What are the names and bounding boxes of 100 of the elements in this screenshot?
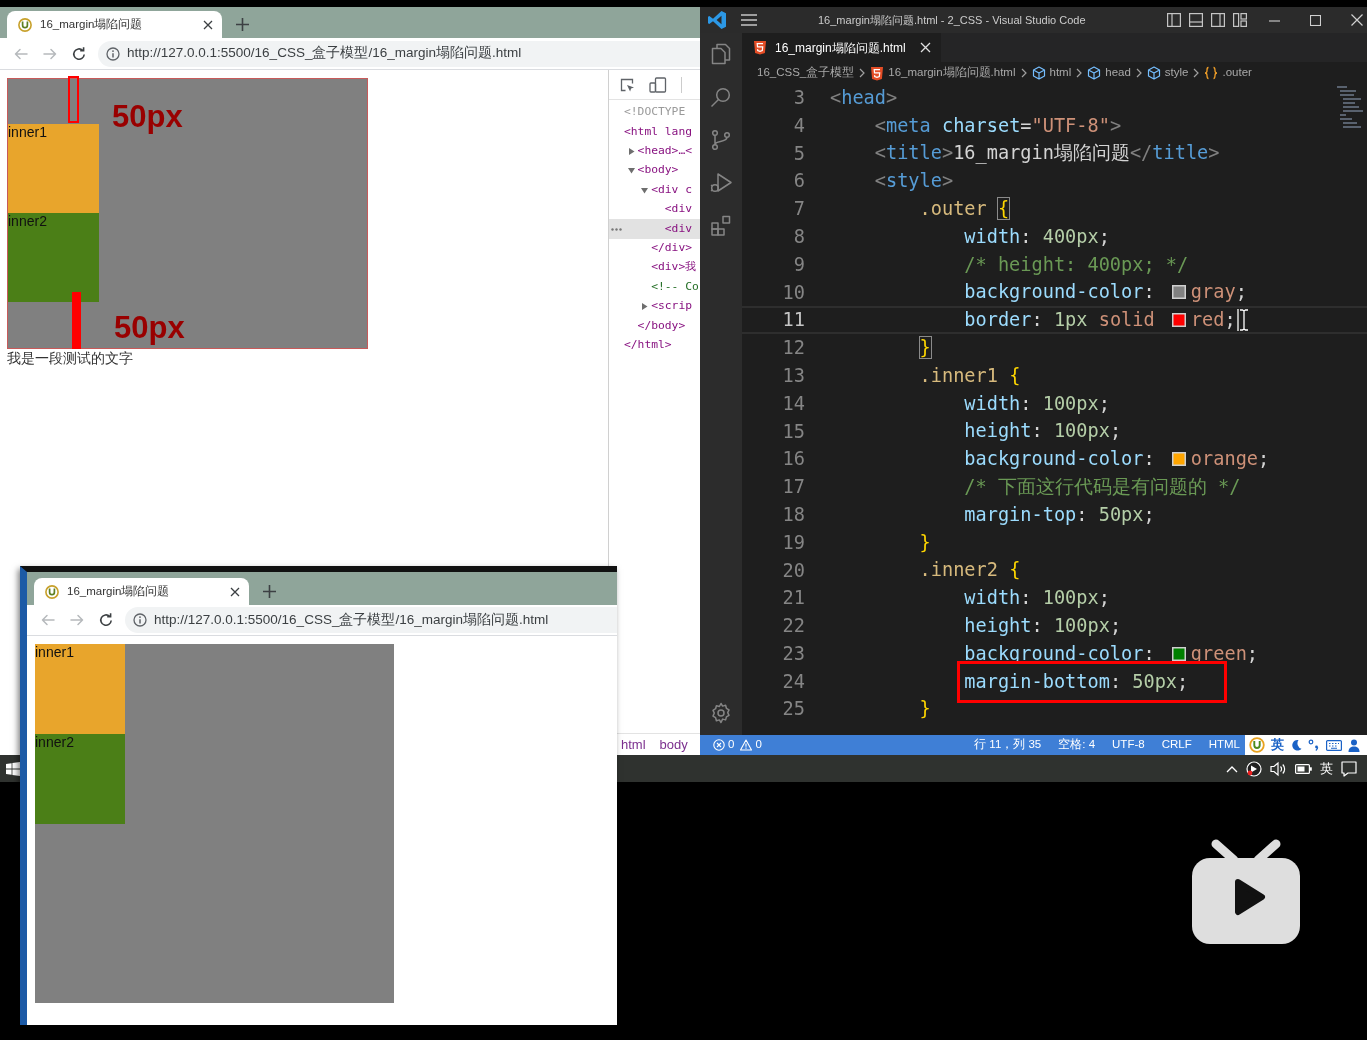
error-icon[interactable] (713, 739, 725, 751)
line-number: 16 (781, 447, 805, 472)
code-text: .inner2 { (919, 559, 1021, 582)
browser-tab[interactable]: 16_margin塌陷问题 (7, 11, 222, 38)
branch-icon[interactable] (709, 128, 733, 152)
start-menu-icon[interactable] (6, 761, 20, 776)
ellipsis-icon[interactable] (611, 227, 622, 231)
plus-icon[interactable] (263, 585, 276, 598)
breadcrumb-item[interactable]: html (621, 734, 646, 755)
line-number: 14 (781, 391, 805, 416)
settings-icon[interactable] (709, 701, 733, 725)
line-number: 8 (792, 224, 805, 249)
devices-icon[interactable] (649, 76, 667, 93)
address-bar[interactable]: http://127.0.0.1:5500/16_CSS_盒子模型/16_margin塌陷问题.html (125, 607, 617, 633)
punctuation-icon[interactable] (1308, 739, 1320, 751)
color-swatch-icon[interactable] (1171, 285, 1186, 300)
dom-node[interactable]: <head>…< (637, 143, 692, 160)
input-language-indicator[interactable]: 英 (1271, 735, 1284, 755)
breadcrumb-item[interactable]: body (659, 734, 688, 755)
line-number: 7 (792, 197, 805, 222)
chevron-right-icon (1076, 68, 1083, 78)
i-beam-cursor-icon (1238, 309, 1249, 332)
files-icon[interactable] (709, 42, 733, 66)
breadcrumb-item[interactable]: 16_margin塌陷问题.html (870, 64, 1016, 82)
cube-icon (1087, 66, 1102, 80)
sidebar-layout-icon[interactable] (1167, 13, 1181, 27)
dom-node[interactable]: <div (664, 220, 692, 238)
panel-layout-icon[interactable] (1189, 13, 1203, 27)
dom-node[interactable]: <div (664, 201, 692, 219)
dom-node[interactable]: </body> (637, 317, 686, 335)
plus-icon[interactable] (236, 18, 249, 31)
reload-icon[interactable] (70, 45, 87, 62)
play-bug-icon[interactable] (709, 171, 733, 195)
breadcrumb-item[interactable]: style (1146, 64, 1189, 82)
line-number: 25 (781, 697, 805, 722)
person-icon[interactable] (1348, 738, 1360, 752)
battery-icon[interactable] (1295, 762, 1312, 775)
line-number: 21 (781, 586, 805, 611)
status-item[interactable]: 空格: 4 (1058, 736, 1096, 754)
warning-count[interactable]: 0 (755, 736, 762, 754)
breadcrumb-item[interactable]: html (1031, 64, 1072, 82)
play-button-icon[interactable] (1192, 838, 1300, 944)
chevron-up-icon[interactable] (1226, 764, 1238, 773)
round-app-icon[interactable] (1246, 760, 1262, 777)
moon-icon[interactable] (1290, 739, 1302, 751)
breadcrumb-item[interactable]: .outer (1204, 64, 1252, 82)
dom-node[interactable]: </html> (624, 336, 672, 354)
code-text: width: 400px; (964, 225, 1110, 248)
menu-icon[interactable] (741, 14, 757, 26)
status-item[interactable]: 行 11，列 35 (974, 736, 1042, 754)
disclosure-triangle-icon[interactable] (627, 147, 635, 155)
speaker-icon[interactable] (1270, 760, 1287, 777)
search-icon[interactable] (709, 85, 733, 109)
info-icon[interactable] (133, 613, 147, 627)
reload-icon[interactable] (97, 612, 114, 628)
code-text: .inner1 { (919, 364, 1021, 387)
color-swatch-icon[interactable] (1171, 646, 1186, 661)
info-icon[interactable] (106, 46, 120, 61)
status-item[interactable]: CRLF (1161, 736, 1192, 754)
disclosure-triangle-icon[interactable] (641, 186, 649, 194)
browser-tab[interactable]: 16_margin塌陷问题 (34, 578, 249, 605)
status-item[interactable]: UTF-8 (1112, 736, 1145, 754)
error-count[interactable]: 0 (728, 736, 735, 754)
color-swatch-icon[interactable] (1171, 313, 1186, 328)
breadcrumb-item[interactable]: 16_CSS_盒子模型 (757, 64, 855, 82)
maximize-icon[interactable] (1310, 14, 1321, 26)
keyboard-icon[interactable] (1326, 739, 1342, 751)
grid-layout-icon[interactable] (1233, 13, 1247, 27)
notification-icon[interactable] (1341, 760, 1357, 777)
dom-node[interactable]: <!-- Co (651, 278, 699, 296)
status-item[interactable]: HTML (1208, 736, 1240, 754)
chevron-right-icon (859, 68, 866, 78)
address-bar[interactable]: http://127.0.0.1:5500/16_CSS_盒子模型/16_margin塌陷问题.html (98, 40, 700, 67)
disclosure-triangle-icon[interactable] (641, 303, 649, 311)
split-layout-icon[interactable] (1211, 13, 1225, 27)
window-title: 16_margin塌陷问题.html - 2_CSS - Visual Studio Code (818, 12, 1086, 28)
inspect-icon[interactable] (619, 76, 635, 93)
dom-node[interactable]: <scrip (651, 298, 692, 316)
dom-node[interactable]: <html lang (624, 123, 692, 141)
color-swatch-icon[interactable] (1171, 452, 1186, 467)
html-file-icon (753, 40, 767, 55)
disclosure-triangle-icon[interactable] (627, 167, 635, 175)
line-number: 13 (781, 363, 805, 388)
close-icon[interactable] (203, 19, 213, 30)
code-text: .outer { (919, 198, 1010, 221)
close-icon[interactable] (230, 586, 240, 597)
dom-node[interactable]: </div> (651, 239, 692, 257)
logo-icon[interactable] (707, 10, 727, 30)
dom-node[interactable]: <body> (637, 162, 679, 180)
dom-node[interactable]: <div c (651, 181, 692, 199)
editor-tab[interactable]: 16_margin塌陷问题.html (742, 33, 941, 62)
dom-node[interactable]: <div>我 (651, 259, 697, 277)
code-text: <style> (874, 170, 954, 193)
code-text: border: 1px solid (964, 309, 1156, 332)
favicon-icon (45, 584, 59, 599)
blocks-icon[interactable] (709, 214, 733, 238)
warning-icon[interactable] (740, 739, 753, 751)
input-language-indicator[interactable]: 英 (1320, 758, 1333, 779)
logo-icon[interactable] (1249, 737, 1265, 753)
breadcrumb-item[interactable]: head (1087, 64, 1131, 82)
